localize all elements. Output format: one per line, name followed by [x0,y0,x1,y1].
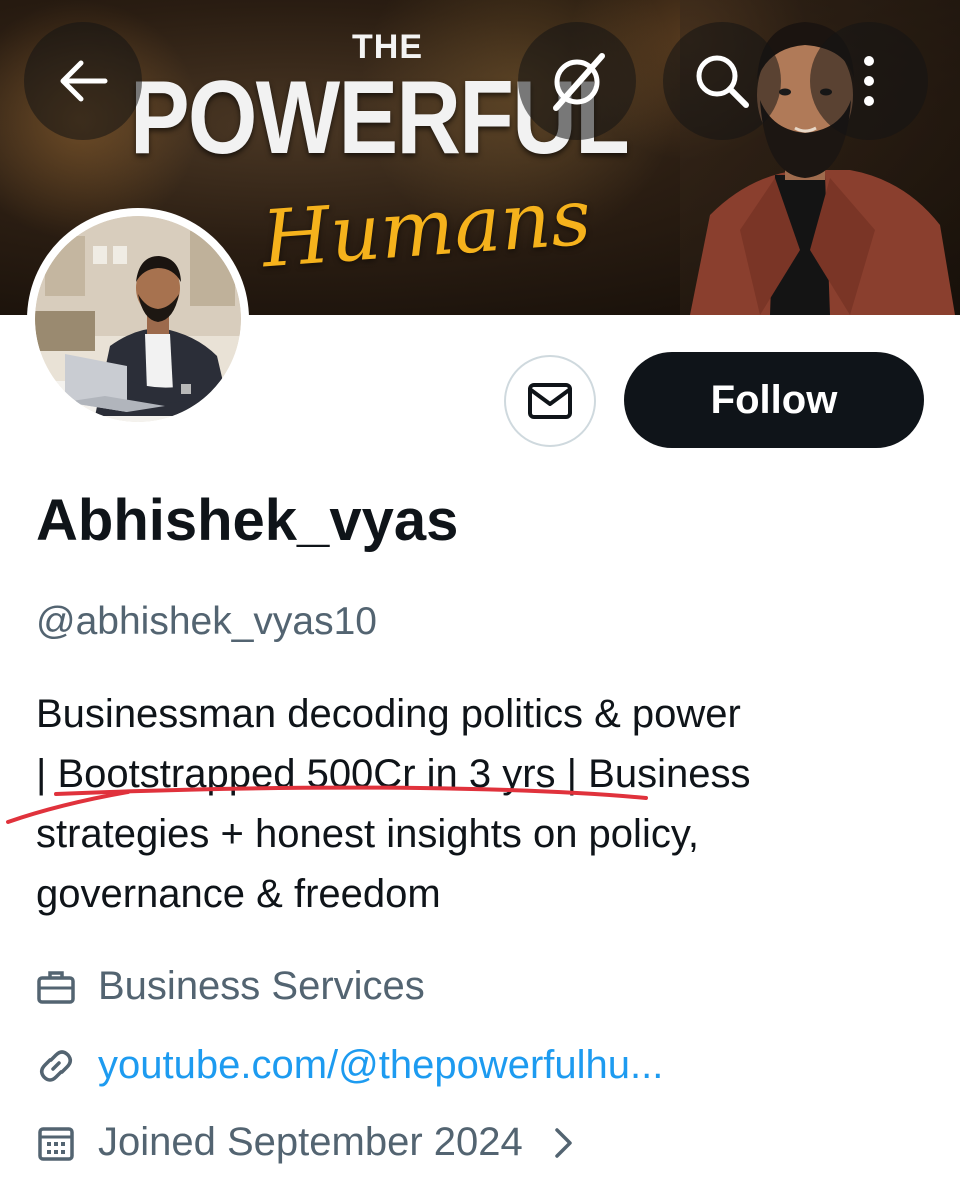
follow-button[interactable]: Follow [624,352,924,448]
briefcase-icon [36,967,76,1007]
profile-avatar[interactable] [27,208,249,430]
more-options-button[interactable] [810,22,928,140]
calendar-icon [36,1123,76,1163]
back-button[interactable] [24,22,142,140]
category-label: Business Services [98,964,425,1008]
bio-line: governance & freedom [36,872,441,916]
grok-icon [553,53,605,111]
website-link[interactable]: youtube.com/@thepowerfulhu... [98,1043,663,1088]
joined-date: Joined September 2024 [98,1120,523,1164]
chevron-right-icon [553,1126,575,1160]
search-button[interactable] [663,22,781,140]
more-vertical-icon [864,56,874,106]
website-row: youtube.com/@thepowerfulhu... [36,1043,663,1088]
arrow-left-icon [60,60,108,102]
banner-logo-script: Humans [259,172,594,286]
bio-line: Businessman decoding politics & power [36,692,741,736]
user-handle: @abhishek_vyas10 [36,600,377,643]
message-button[interactable] [504,355,596,447]
category-row: Business Services [36,964,425,1009]
search-icon [696,55,749,108]
envelope-icon [528,383,572,419]
display-name: Abhishek_vyas [36,488,459,553]
grok-button[interactable] [518,22,636,140]
red-underline-annotation [6,785,648,824]
link-icon [36,1046,76,1086]
joined-row[interactable]: Joined September 2024 [36,1120,575,1165]
avatar-photo [35,216,241,422]
